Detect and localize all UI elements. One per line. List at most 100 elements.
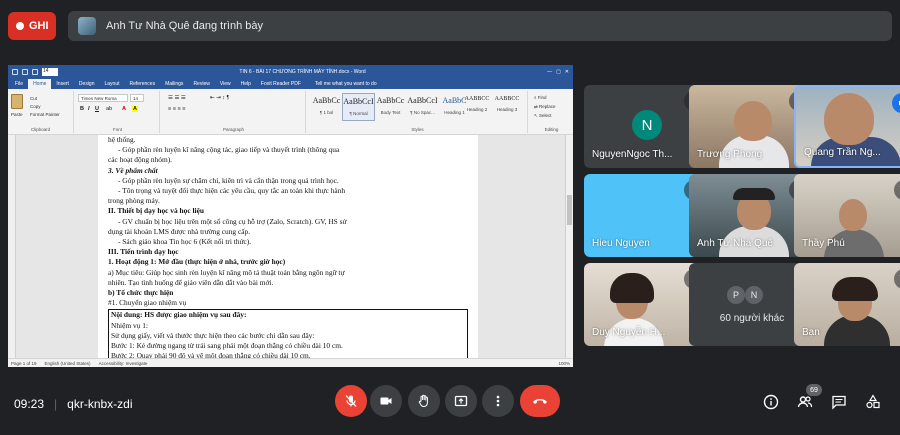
select-button[interactable]: ↖ Select	[534, 113, 552, 119]
meeting-time: 09:23	[14, 397, 45, 411]
tab-design[interactable]: Design	[74, 79, 100, 89]
language[interactable]: English (United States)	[45, 361, 91, 366]
style-1bol[interactable]: AaBbCc ¶ 1 bol	[310, 93, 343, 121]
ribbon-home: Paste Cut Copy Format Painter Clipboard …	[8, 89, 573, 135]
mic-off-icon	[345, 395, 357, 407]
word-statusbar: Page 1 of 19 English (United States) Acc…	[8, 358, 573, 367]
tab-view[interactable]: View	[215, 79, 236, 89]
presenting-banner[interactable]: Anh Tư Nhà Quê đang trình bày	[68, 11, 892, 41]
font-color-button[interactable]: A	[122, 106, 126, 112]
bullets-button[interactable]: ☰ ☰ ☰	[168, 95, 186, 101]
qa-font-size[interactable]: 14	[42, 67, 58, 76]
record-indicator[interactable]: GHI	[8, 12, 56, 40]
self-tile[interactable]: Bạn	[794, 263, 900, 346]
avatar: N	[745, 286, 763, 304]
doc-line: - Góp phần rèn luyện kĩ năng cộng tác, g…	[118, 145, 340, 155]
editing-label: Editing	[544, 127, 559, 132]
present-icon	[454, 395, 468, 407]
clipboard-label: Clipboard	[30, 127, 51, 132]
tab-review[interactable]: Review	[188, 79, 214, 89]
tab-foxit[interactable]: Foxit Reader PDF	[256, 79, 306, 89]
tell-me-box[interactable]: Tell me what you want to do	[310, 79, 382, 89]
meeting-info: 09:23 | qkr-knbx-zdi	[14, 397, 133, 411]
style-body-text[interactable]: AaBbCc Body Text	[374, 93, 407, 121]
task-table: Nội dung: HS được giao nhiệm vụ sau đây:…	[108, 309, 468, 358]
cut-button[interactable]: Cut	[30, 96, 37, 101]
more-options-button[interactable]	[482, 385, 514, 417]
indent-button[interactable]: ⇤ ⇥ ↕ ¶	[210, 95, 230, 101]
doc-line: 1. Hoạt động 1: Mở đầu (thực hiện ở nhà,…	[108, 257, 286, 267]
align-buttons[interactable]: ≡ ≡ ≡ ≡	[168, 106, 185, 112]
italic-button[interactable]: I	[88, 106, 90, 112]
accessibility[interactable]: Accessibility: Investigate	[99, 361, 148, 366]
ribbon-tabs: File Home Insert Design Layout Reference…	[8, 78, 573, 89]
meeting-details-button[interactable]	[762, 393, 780, 411]
activities-button[interactable]	[864, 393, 882, 411]
people-count-badge: 69	[806, 384, 822, 396]
tab-insert[interactable]: Insert	[51, 79, 74, 89]
tab-layout[interactable]: Layout	[100, 79, 125, 89]
paragraph-label: Paragraph	[222, 127, 244, 132]
format-painter-button[interactable]: Format Painter	[30, 112, 60, 117]
present-screen-button[interactable]	[445, 385, 477, 417]
avatar: N	[632, 110, 662, 140]
doc-line: Nội dung: HS được giao nhiệm vụ sau đây:	[111, 310, 247, 320]
copy-button[interactable]: Copy	[30, 104, 41, 109]
maximize-icon[interactable]: ▢	[556, 69, 561, 75]
chat-button[interactable]	[830, 393, 848, 411]
info-icon	[763, 394, 779, 410]
doc-line: hệ thống.	[108, 135, 136, 144]
document-text: hệ thống. - Góp phần rèn luyện kĩ năng cộ…	[108, 135, 468, 308]
minimize-icon[interactable]: —	[547, 69, 552, 75]
tab-file[interactable]: File	[10, 79, 28, 89]
document-page[interactable]: hệ thống. - Góp phần rèn luyện kĩ năng cộ…	[98, 135, 478, 358]
scroll-thumb[interactable]	[567, 195, 572, 225]
avatar: P	[727, 286, 745, 304]
font-size-select[interactable]: 14	[130, 94, 144, 102]
vertical-scrollbar[interactable]	[565, 135, 573, 358]
find-button[interactable]: ⌕ Find	[534, 95, 547, 100]
style-no-spacing[interactable]: AaBbCcI ¶ No Spac...	[406, 93, 439, 121]
tab-help[interactable]: Help	[236, 79, 256, 89]
participant-tile-active[interactable]: Quang Trần Ng...	[794, 85, 900, 168]
close-icon[interactable]: ✕	[565, 69, 569, 75]
replace-button[interactable]: ⇄ Replace	[534, 104, 556, 110]
style-normal[interactable]: AaBbCcI ¶ Normal	[342, 93, 375, 121]
doc-line: II. Thiết bị dạy học và học liệu	[108, 206, 204, 216]
doc-line: - Góp phần rèn luyện sự chăm chỉ, kiên t…	[118, 175, 339, 185]
tab-mailings[interactable]: Mailings	[160, 79, 188, 89]
strikethrough-button[interactable]: ab	[106, 106, 112, 112]
paste-label[interactable]: Paste	[11, 112, 23, 117]
styles-group: AaBbCc ¶ 1 bol AaBbCcI ¶ Normal AaBbCc Body…	[308, 91, 528, 133]
bold-button[interactable]: B	[80, 106, 84, 112]
camera-toggle-button[interactable]	[370, 385, 402, 417]
doc-line: Nhiệm vụ 1:	[111, 320, 148, 330]
page-count[interactable]: Page 1 of 19	[11, 361, 37, 366]
mic-toggle-button[interactable]	[335, 385, 367, 417]
vertical-ruler	[8, 135, 16, 358]
undo-icon[interactable]	[22, 68, 28, 75]
raise-hand-button[interactable]	[408, 385, 440, 417]
end-call-button[interactable]	[520, 385, 560, 417]
highlight-button[interactable]: A	[132, 106, 138, 112]
presenter-avatar	[78, 17, 96, 35]
participant-name: Duy Nguyễn H...	[592, 327, 666, 338]
style-heading-3[interactable]: AABBCC Heading 3	[492, 93, 522, 121]
meeting-code[interactable]: qkr-knbx-zdi	[67, 397, 132, 411]
doc-line: #1. Chuyển giao nhiệm vụ	[108, 298, 187, 308]
underline-button[interactable]: U	[95, 106, 99, 112]
font-name-select[interactable]: Times New Roma	[78, 94, 128, 102]
zoom-level[interactable]: 100%	[558, 361, 573, 366]
presenting-text: Anh Tư Nhà Quê đang trình bày	[106, 20, 263, 32]
paste-icon[interactable]	[11, 94, 23, 109]
save-icon[interactable]	[12, 68, 18, 75]
style-heading-2[interactable]: AABBCC Heading 2	[462, 93, 492, 121]
redo-icon[interactable]	[32, 68, 38, 75]
hand-icon	[418, 394, 428, 407]
shared-screen-word: 14 TIN 6 - BÀI 17 CHƯƠNG TRÌNH MÁY TÍNH.…	[8, 65, 573, 367]
tab-home[interactable]: Home	[28, 79, 52, 89]
document-area[interactable]: hệ thống. - Góp phần rèn luyện kĩ năng cộ…	[8, 135, 573, 358]
doc-line: - Sách giáo khoa Tin học 6 (Kết nối tri …	[118, 237, 252, 247]
participant-tile[interactable]: Thầy Phú	[794, 174, 900, 257]
tab-references[interactable]: References	[125, 79, 161, 89]
